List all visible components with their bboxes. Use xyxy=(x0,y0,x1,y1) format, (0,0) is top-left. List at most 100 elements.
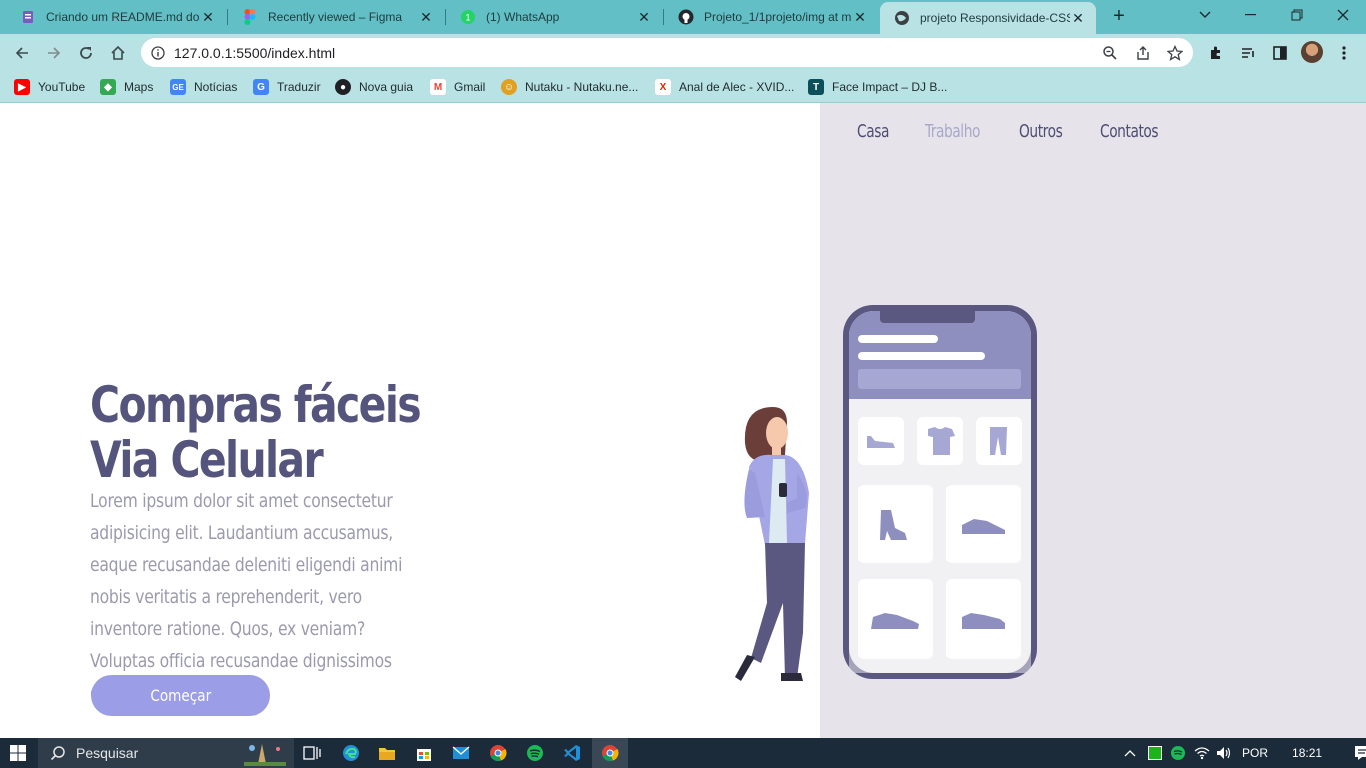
nav-contatos[interactable]: Contatos xyxy=(1100,121,1159,142)
tab-strip: Criando um README.md dos ✕ Recently view… xyxy=(0,0,1366,34)
bookmark-gmail[interactable]: M Gmail xyxy=(430,77,485,97)
bookmark-nova-guia[interactable]: ● Nova guia xyxy=(335,77,413,97)
tab-readme[interactable]: Criando um README.md dos ✕ xyxy=(6,3,226,31)
wifi-icon[interactable] xyxy=(1194,746,1210,760)
translate-icon: G xyxy=(253,79,269,95)
document-icon xyxy=(20,9,36,25)
hero-title: Compras fáceis Via Celular xyxy=(90,376,422,489)
github-icon xyxy=(678,9,694,25)
bookmark-noticias[interactable]: GE Notícias xyxy=(170,77,237,97)
bookmark-label: Anal de Alec - XVID... xyxy=(679,80,795,94)
close-icon[interactable]: ✕ xyxy=(418,9,434,25)
tab-title: Recently viewed – Figma xyxy=(268,10,403,24)
bookmark-label: YouTube xyxy=(38,80,86,94)
bookmark-youtube[interactable]: ▶ YouTube xyxy=(14,77,85,97)
media-queue-icon[interactable] xyxy=(1237,42,1259,64)
nav-casa[interactable]: Casa xyxy=(857,121,889,142)
nutaku-icon: ☺ xyxy=(501,79,517,95)
bookmark-label: Nutaku - Nutaku.ne... xyxy=(525,80,639,94)
edge-icon[interactable] xyxy=(340,742,362,764)
tab-title: (1) WhatsApp xyxy=(486,10,560,24)
clock[interactable]: 18:21 xyxy=(1292,746,1322,760)
bookmark-label: Face Impact – DJ B... xyxy=(832,80,948,94)
start-button-label: Começar xyxy=(150,686,211,705)
share-icon[interactable] xyxy=(1134,44,1152,62)
tab-whatsapp[interactable]: 1 (1) WhatsApp ✕ xyxy=(446,3,662,31)
restore-icon[interactable] xyxy=(1274,0,1320,30)
maps-icon: ◆ xyxy=(100,79,116,95)
nav-trabalho[interactable]: Trabalho xyxy=(925,121,980,142)
task-view-icon[interactable] xyxy=(301,742,323,764)
address-bar[interactable]: 127.0.0.1:5500/index.html xyxy=(141,38,1193,67)
start-button[interactable]: Começar xyxy=(91,675,270,716)
file-explorer-icon[interactable] xyxy=(376,742,398,764)
mail-icon[interactable] xyxy=(450,742,472,764)
browser-toolbar: 127.0.0.1:5500/index.html xyxy=(0,34,1366,71)
web-page: Casa Trabalho Outros Contatos Compras fá… xyxy=(0,103,1366,738)
close-icon[interactable]: ✕ xyxy=(200,9,216,25)
close-icon[interactable]: ✕ xyxy=(1070,10,1086,26)
back-icon[interactable] xyxy=(9,40,35,66)
bookmark-traduzir[interactable]: G Traduzir xyxy=(253,77,321,97)
bookmark-label: Nova guia xyxy=(359,80,414,94)
reload-icon[interactable] xyxy=(73,40,99,66)
bookmark-maps[interactable]: ◆ Maps xyxy=(100,77,153,97)
bookmark-label: Traduzir xyxy=(277,80,321,94)
bookmark-label: Maps xyxy=(124,80,154,94)
tab-github[interactable]: Projeto_1/1projeto/img at m ✕ xyxy=(664,3,878,31)
spotify-tray-icon[interactable] xyxy=(1170,745,1186,761)
svg-text:1: 1 xyxy=(465,13,470,23)
news-icon: GE xyxy=(170,79,186,95)
bookmark-label: Gmail xyxy=(454,80,486,94)
close-icon[interactable]: ✕ xyxy=(852,9,868,25)
side-panel-icon[interactable] xyxy=(1269,42,1291,64)
bookmark-nutaku[interactable]: ☺ Nutaku - Nutaku.ne... xyxy=(501,77,638,97)
extensions-icon[interactable] xyxy=(1205,42,1227,64)
language-indicator[interactable]: POR xyxy=(1242,746,1268,760)
xvideos-icon: X xyxy=(655,79,671,95)
whatsapp-icon: 1 xyxy=(460,9,476,25)
system-tray: POR 18:21 xyxy=(1122,738,1366,768)
chevron-up-icon[interactable] xyxy=(1122,749,1138,757)
shopping-illustration xyxy=(735,305,1037,681)
search-placeholder: Pesquisar xyxy=(76,745,139,761)
site-nav: Casa Trabalho Outros Contatos xyxy=(857,121,1199,142)
tab-figma[interactable]: Recently viewed – Figma ✕ xyxy=(228,3,444,31)
notifications-icon[interactable] xyxy=(1354,745,1366,761)
tab-title: Criando um README.md dos xyxy=(46,10,200,24)
bookmark-star-icon[interactable] xyxy=(1166,44,1184,62)
taskbar-search[interactable]: Pesquisar xyxy=(38,738,294,768)
store-icon[interactable] xyxy=(413,742,435,764)
chrome-active-icon[interactable] xyxy=(599,742,621,764)
chrome-icon[interactable] xyxy=(487,742,509,764)
home-icon[interactable] xyxy=(105,40,131,66)
nav-outros[interactable]: Outros xyxy=(1019,121,1063,142)
forward-icon[interactable] xyxy=(41,40,67,66)
new-tab-button[interactable]: + xyxy=(1108,5,1130,27)
tab-title: projeto Responsividade-CSS xyxy=(920,11,1070,25)
tab-search-icon[interactable] xyxy=(1182,0,1228,30)
bookmark-face-impact[interactable]: T Face Impact – DJ B... xyxy=(808,77,947,97)
avatar[interactable] xyxy=(1301,41,1323,63)
figma-icon xyxy=(242,9,258,25)
spotify-icon[interactable] xyxy=(524,742,546,764)
globe-icon: ● xyxy=(335,79,351,95)
close-icon[interactable]: ✕ xyxy=(636,9,652,25)
woman-illustration xyxy=(735,407,809,681)
minimize-icon[interactable] xyxy=(1228,0,1274,30)
info-icon[interactable] xyxy=(149,44,167,62)
url-text: 127.0.0.1:5500/index.html xyxy=(174,45,336,61)
zoom-icon[interactable] xyxy=(1101,44,1119,62)
vscode-icon[interactable] xyxy=(561,742,583,764)
bookmark-label: Notícias xyxy=(194,80,238,94)
tab-projeto[interactable]: projeto Responsividade-CSS ✕ xyxy=(880,2,1096,34)
bookmark-xvideos[interactable]: X Anal de Alec - XVID... xyxy=(655,77,794,97)
windows-start-icon[interactable] xyxy=(7,742,29,764)
menu-icon[interactable] xyxy=(1333,42,1355,64)
globe-icon xyxy=(894,10,910,26)
volume-icon[interactable] xyxy=(1216,746,1232,760)
t-icon: T xyxy=(808,79,824,95)
gmail-icon: M xyxy=(430,79,446,95)
close-window-icon[interactable] xyxy=(1320,0,1366,30)
green-status-icon[interactable] xyxy=(1148,746,1162,760)
